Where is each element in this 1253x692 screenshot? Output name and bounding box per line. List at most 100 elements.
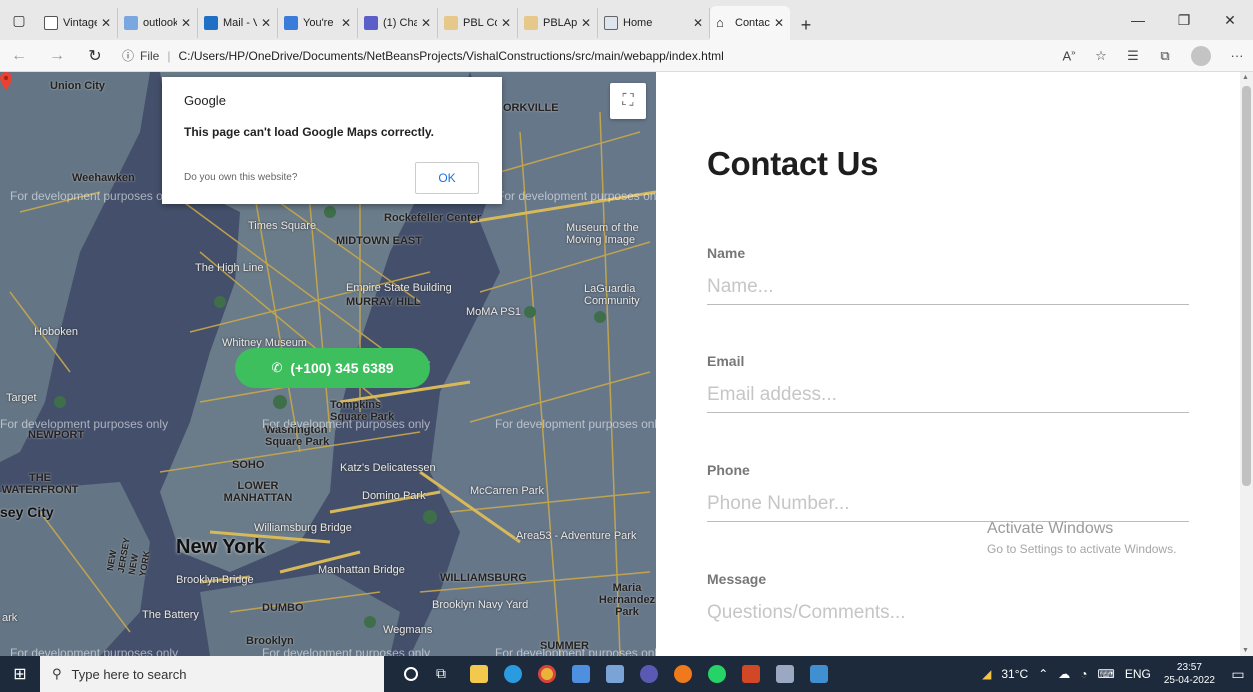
reload-icon[interactable]: ↻ xyxy=(76,46,114,66)
language-indicator[interactable]: ENG xyxy=(1125,667,1151,681)
home-icon: ⌂ xyxy=(716,15,724,30)
ok-button[interactable]: OK xyxy=(415,162,479,194)
more-icon[interactable]: ··· xyxy=(1221,48,1253,63)
window-close-icon[interactable]: ✕ xyxy=(1207,0,1253,40)
tab-pblapp[interactable]: PBLApp | U ✕ xyxy=(518,8,598,38)
fullscreen-icon[interactable]: ⛶ xyxy=(610,83,646,119)
app-icon xyxy=(284,16,298,30)
tab-home[interactable]: Home ✕ xyxy=(598,8,710,38)
read-aloud-icon[interactable]: A» xyxy=(1053,48,1085,63)
url-text[interactable]: C:/Users/HP/OneDrive/Documents/NetBeansP… xyxy=(178,49,723,63)
message-field-group: Message xyxy=(707,571,1189,631)
name-input[interactable] xyxy=(707,273,1189,305)
powerpoint-icon[interactable] xyxy=(734,656,768,692)
cloud-icon[interactable]: ☁ xyxy=(1058,667,1070,681)
tab-outlook-search[interactable]: outlook - S ✕ xyxy=(118,8,198,38)
close-icon[interactable]: ✕ xyxy=(341,16,351,30)
map-label: Williamsburg Bridge xyxy=(254,522,352,534)
taskbar-search-box[interactable]: ⚲ Type here to search xyxy=(40,656,384,692)
forward-icon[interactable]: → xyxy=(38,47,76,65)
package-icon[interactable] xyxy=(768,656,802,692)
close-icon[interactable]: ✕ xyxy=(181,16,191,30)
edge-icon[interactable] xyxy=(496,656,530,692)
restore-icon[interactable]: ❐ xyxy=(1161,0,1207,40)
chrome-icon[interactable] xyxy=(530,656,564,692)
map-label: MURRAY HILL xyxy=(346,296,421,308)
phone-field-group: Phone xyxy=(707,462,1189,522)
url-field[interactable]: ⓘ File | C:/Users/HP/OneDrive/Documents/… xyxy=(122,43,942,69)
map-label: Manhattan Bridge xyxy=(318,564,405,576)
outlook-icon xyxy=(204,16,218,30)
windows-start-icon[interactable]: ⊞ xyxy=(0,656,40,692)
close-icon[interactable]: ✕ xyxy=(774,16,784,30)
camera-icon[interactable] xyxy=(598,656,632,692)
teams-icon xyxy=(364,16,378,30)
phone-label: Phone xyxy=(707,462,750,478)
map-label: ORKVILLE xyxy=(503,102,559,114)
map-label: Wegmans xyxy=(383,624,433,636)
map-label: McCarren Park xyxy=(470,485,544,497)
map-label: THE WATERFRONT xyxy=(1,472,79,496)
close-icon[interactable]: ✕ xyxy=(693,16,703,30)
minimize-icon[interactable]: — xyxy=(1115,0,1161,40)
email-input[interactable] xyxy=(707,381,1189,413)
temperature-text[interactable]: 31°C xyxy=(1001,667,1028,681)
dialog-message: This page can't load Google Maps correct… xyxy=(184,125,435,139)
scroll-down-icon[interactable]: ▼ xyxy=(1242,647,1249,654)
firefox-icon[interactable] xyxy=(666,656,700,692)
windows-taskbar: ⊞ ⚲ Type here to search ⧉ ◢ 31°C ⌃ ☁ ◔ ⌨… xyxy=(0,656,1253,692)
favorite-add-icon[interactable]: ☆ xyxy=(1085,48,1117,64)
dialog-brand: Google xyxy=(184,93,226,108)
tab-title: PBL Code xyxy=(463,17,497,29)
tab-signed-in[interactable]: You're sign ✕ xyxy=(278,8,358,38)
store-icon[interactable] xyxy=(564,656,598,692)
close-icon[interactable]: ✕ xyxy=(261,16,271,30)
network-icon[interactable]: ◔ xyxy=(1080,667,1087,681)
taskbar-clock[interactable]: 23:57 25-04-2022 xyxy=(1164,661,1215,687)
map-label: LaGuardia Community xyxy=(584,283,640,307)
phone-button[interactable]: ✆ (+100) 345 6389 xyxy=(235,348,430,388)
back-icon[interactable]: ← xyxy=(0,47,38,65)
task-view-icon[interactable]: ⧉ xyxy=(428,656,462,692)
close-icon[interactable]: ✕ xyxy=(421,16,431,30)
scroll-up-icon[interactable]: ▲ xyxy=(1242,74,1249,81)
dev-watermark: For development purposes only xyxy=(497,189,656,203)
keyboard-icon[interactable]: ⌨ xyxy=(1098,667,1115,681)
photos-icon[interactable] xyxy=(802,656,836,692)
profile-avatar[interactable] xyxy=(1191,45,1211,66)
map-pin-icon[interactable] xyxy=(0,72,12,90)
tab-pbl-code[interactable]: PBL Code ✕ xyxy=(438,8,518,38)
dialog-question-link[interactable]: Do you own this website? xyxy=(184,172,297,183)
phone-input[interactable] xyxy=(707,490,1189,522)
scrollbar-thumb[interactable] xyxy=(1242,86,1251,486)
map-label: The Battery xyxy=(142,609,199,621)
whatsapp-icon[interactable] xyxy=(700,656,734,692)
tab-contact[interactable]: ⌂ Contact V ✕ xyxy=(710,6,790,40)
tab-title: Home xyxy=(623,17,653,29)
info-icon[interactable]: ⓘ xyxy=(122,47,134,64)
file-explorer-icon[interactable] xyxy=(462,656,496,692)
close-icon[interactable]: ✕ xyxy=(501,16,511,30)
close-icon[interactable]: ✕ xyxy=(581,16,591,30)
google-map[interactable]: Union City Weehawken ORKVILLE Times Squa… xyxy=(0,72,656,656)
map-label: DUMBO xyxy=(262,602,304,614)
media-icon[interactable] xyxy=(632,656,666,692)
tab-title: Contact V xyxy=(735,17,770,29)
message-input[interactable] xyxy=(707,599,1189,631)
collections-icon[interactable]: ⧉ xyxy=(1149,48,1181,64)
chevron-up-icon[interactable]: ⌃ xyxy=(1038,667,1048,681)
new-tab-button[interactable]: + xyxy=(790,10,822,40)
map-label: ark xyxy=(2,612,18,624)
weather-icon[interactable]: ◢ xyxy=(982,667,991,681)
cortana-icon[interactable] xyxy=(394,656,428,692)
tab-vintage[interactable]: Vintage M ✕ xyxy=(38,8,118,38)
close-icon[interactable]: ✕ xyxy=(101,16,111,30)
tab-mail[interactable]: Mail - VISH ✕ xyxy=(198,8,278,38)
page-scrollbar[interactable]: ▲ ▼ xyxy=(1240,72,1253,656)
tab-chat[interactable]: (1) Chat | M ✕ xyxy=(358,8,438,38)
favorites-icon[interactable]: ☰ xyxy=(1117,48,1149,64)
taskbar-search-placeholder: Type here to search xyxy=(71,666,187,682)
tab-list: Vintage M ✕ outlook - S ✕ Mail - VISH ✕ … xyxy=(38,6,790,40)
notification-icon[interactable]: ▭ xyxy=(1223,666,1253,683)
tab-actions-icon[interactable]: ▢ xyxy=(0,0,38,40)
